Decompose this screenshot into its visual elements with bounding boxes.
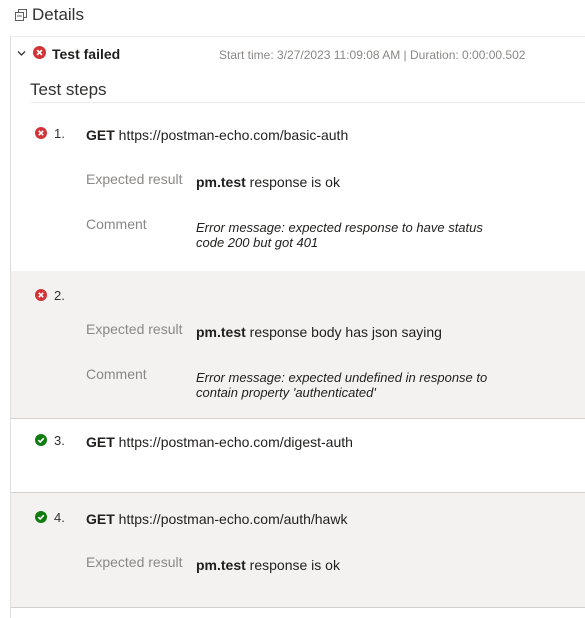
passed-status-icon (35, 511, 47, 523)
test-step: 1. GET https://postman-echo.com/basic-au… (11, 113, 585, 272)
restore-window-icon (15, 9, 27, 21)
expected-result-label: Expected result (86, 554, 183, 570)
expected-result-label: Expected result (86, 321, 183, 337)
test-run-meta: Start time: 3/27/2023 11:09:08 AM | Dura… (219, 48, 526, 62)
test-keyword: pm.test (196, 324, 246, 340)
failed-status-icon (35, 289, 47, 301)
comment-label: Comment (86, 366, 147, 382)
comment-label: Comment (86, 216, 147, 232)
test-step: 3. GET https://postman-echo.com/digest-a… (11, 419, 585, 493)
step-number: 2. (54, 288, 65, 303)
test-step: 2. Expected result pm.test response body… (11, 271, 585, 419)
request-url: https://postman-echo.com/auth/hawk (118, 511, 348, 527)
step-number: 4. (54, 510, 65, 525)
expected-text: response is ok (245, 174, 340, 190)
details-header: Details (0, 0, 585, 30)
http-method: GET (86, 511, 115, 527)
step-request: GET https://postman-echo.com/digest-auth (86, 434, 353, 450)
comment-text: Error message: expected response to have… (196, 220, 483, 250)
request-url: https://postman-echo.com/digest-auth (118, 434, 353, 450)
http-method: GET (86, 434, 115, 450)
request-url: https://postman-echo.com/basic-auth (118, 127, 349, 143)
test-status-label: Test failed (52, 46, 121, 62)
step-request: GET https://postman-echo.com/auth/hawk (86, 511, 347, 527)
http-method: GET (86, 127, 115, 143)
expected-result-value: pm.test response is ok (196, 174, 340, 190)
step-number: 1. (54, 126, 65, 141)
section-divider (30, 102, 585, 103)
test-summary-row[interactable]: Test failed Start time: 3/27/2023 11:09:… (11, 37, 585, 71)
chevron-down-icon[interactable] (17, 49, 26, 58)
expected-text: response is ok (245, 557, 340, 573)
step-number: 3. (54, 433, 65, 448)
test-result-panel: Test failed Start time: 3/27/2023 11:09:… (10, 36, 585, 618)
test-keyword: pm.test (196, 557, 246, 573)
expected-result-label: Expected result (86, 171, 183, 187)
test-keyword: pm.test (196, 174, 246, 190)
test-step: 4. GET https://postman-echo.com/auth/haw… (11, 493, 585, 608)
expected-result-value: pm.test response body has json saying (196, 324, 442, 340)
failed-status-icon (33, 46, 46, 59)
failed-status-icon (35, 127, 47, 139)
expected-result-value: pm.test response is ok (196, 557, 340, 573)
details-title: Details (32, 5, 84, 24)
test-steps-heading: Test steps (30, 80, 107, 99)
passed-status-icon (35, 434, 47, 446)
expected-text: response body has json saying (245, 324, 442, 340)
step-request: GET https://postman-echo.com/basic-auth (86, 127, 348, 143)
comment-text: Error message: expected undefined in res… (196, 370, 488, 400)
